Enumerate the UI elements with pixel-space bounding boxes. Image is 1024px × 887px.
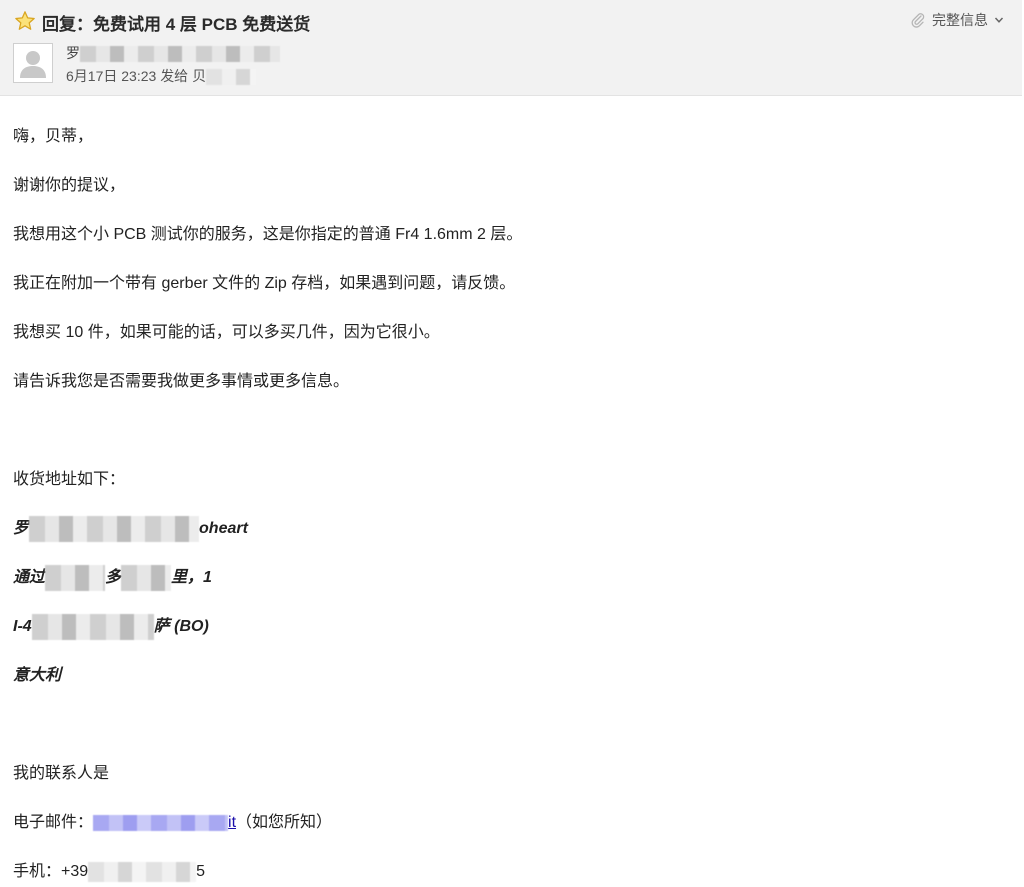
address-1-start: 罗 xyxy=(13,520,30,537)
address-3-end: 萨 (BO) xyxy=(153,618,209,635)
full-details-button[interactable]: 完整信息 xyxy=(910,10,1004,30)
redacted-street xyxy=(45,564,106,591)
email-contact-line: 电子邮件： it（如您所知） xyxy=(13,808,332,832)
email-header: 回复：免费试用 4 层 PCB 免费送货 完整信息 罗 6月17日 23:23 … xyxy=(0,0,1022,96)
phone-tail: 5 xyxy=(196,863,206,880)
address-line-4: 意大利 xyxy=(13,667,62,684)
address-line-2: 通过 多 里，1 xyxy=(13,563,212,591)
paragraph-2: 我正在附加一个带有 gerber 文件的 Zip 存档，如果遇到问题，请反馈。 xyxy=(13,275,516,292)
address-2-end: 里，1 xyxy=(171,569,212,586)
paragraph-3: 我想买 10 件，如果可能的话，可以多买几件，因为它很小。 xyxy=(13,324,440,341)
chevron-down-icon xyxy=(994,17,1004,23)
sender-name[interactable]: 罗 xyxy=(66,43,280,63)
star-icon[interactable] xyxy=(14,10,36,32)
sent-to-label: 发给 xyxy=(160,68,189,84)
sent-date: 6月17日 23:23 xyxy=(66,68,157,84)
sent-meta: 6月17日 23:23 发给 贝 xyxy=(66,66,257,86)
full-details-label: 完整信息 xyxy=(932,12,988,28)
paragraph-1: 我想用这个小 PCB 测试你的服务，这是你指定的普通 Fr4 1.6mm 2 层… xyxy=(13,226,523,243)
redacted-email[interactable] xyxy=(93,814,229,831)
email-subject: 回复：免费试用 4 层 PCB 免费送货 xyxy=(42,15,311,34)
redacted-postcode xyxy=(31,613,154,640)
paperclip-icon xyxy=(911,13,925,28)
address-line-1: 罗 oheart xyxy=(13,514,248,542)
address-line-3: I-4 萨 (BO) xyxy=(13,612,209,640)
thanks-line: 谢谢你的提议， xyxy=(13,177,126,194)
address-2-mid: 多 xyxy=(105,569,122,586)
sender-prefix: 罗 xyxy=(66,45,80,61)
redacted-recipient xyxy=(206,69,257,86)
address-heading: 收货地址如下： xyxy=(13,471,126,488)
recipient-prefix[interactable]: 贝 xyxy=(192,68,206,84)
paragraph-4: 请告诉我您是否需要我做更多事情或更多信息。 xyxy=(13,373,350,390)
address-1-end: oheart xyxy=(199,520,248,537)
greeting-line: 嗨，贝蒂， xyxy=(13,128,94,145)
avatar[interactable] xyxy=(13,43,53,83)
contact-heading: 我的联系人是 xyxy=(13,765,110,782)
phone-label: 手机：+39 xyxy=(13,863,89,880)
person-icon xyxy=(20,51,46,78)
redacted-phone xyxy=(88,861,197,882)
address-3-start: I-4 xyxy=(13,618,32,635)
redacted-sender xyxy=(80,46,280,63)
redacted-street-2 xyxy=(121,564,172,591)
address-2-start: 通过 xyxy=(13,569,46,586)
phone-line: 手机：+39 5 xyxy=(13,857,205,882)
email-label: 电子邮件： xyxy=(13,814,94,831)
email-note: （如您所知） xyxy=(236,814,333,831)
email-link[interactable]: it xyxy=(228,814,236,831)
redacted-name xyxy=(29,515,200,542)
